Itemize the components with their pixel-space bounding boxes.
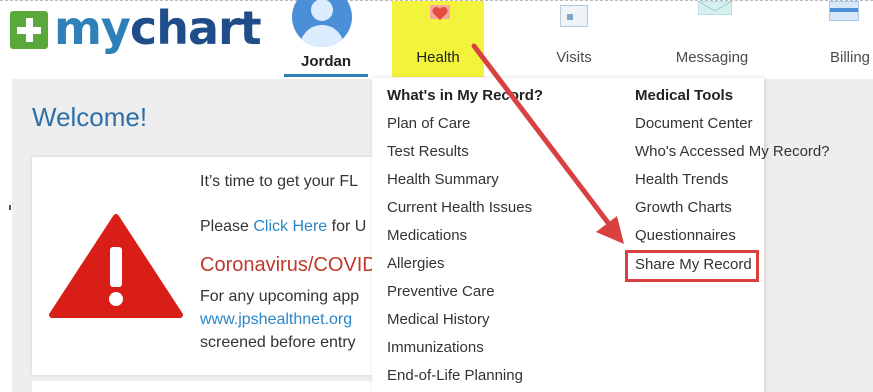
jps-website-link[interactable]: www.jpshealthnet.org xyxy=(200,311,352,329)
welcome-heading: Welcome! xyxy=(32,102,148,132)
menu-item-health-trends[interactable]: Health Trends xyxy=(635,171,728,188)
nav-label-visits: Visits xyxy=(556,49,592,66)
avatar-head xyxy=(311,0,333,21)
alert-screened-text: screened before entry xyxy=(200,334,356,351)
menu-item-document-center[interactable]: Document Center xyxy=(635,115,753,132)
credit-card-icon xyxy=(829,1,859,21)
avatar-body xyxy=(300,25,344,47)
menu-item-plan-of-care[interactable]: Plan of Care xyxy=(387,115,470,132)
menu-item-test-results[interactable]: Test Results xyxy=(387,143,469,160)
alert-line2-prefix: Please xyxy=(200,218,254,235)
menu-item-allergies[interactable]: Allergies xyxy=(387,255,445,272)
alert-flu-text: It’s time to get your FL xyxy=(200,173,358,190)
menu-item-growth-charts[interactable]: Growth Charts xyxy=(635,199,732,216)
mychart-logo[interactable]: mychart xyxy=(10,1,262,55)
menu-heading-medical-tools: Medical Tools xyxy=(635,87,734,104)
envelope-icon xyxy=(698,1,732,15)
edge-mark xyxy=(9,205,11,210)
user-name: Jordan xyxy=(300,53,351,70)
logo-my: my xyxy=(54,1,131,55)
menu-item-questionnaires[interactable]: Questionnaires xyxy=(635,227,736,244)
share-my-record-highlight xyxy=(625,250,759,282)
menu-item-medical-history[interactable]: Medical History xyxy=(387,311,490,328)
menu-item-whos-accessed-my-record[interactable]: Who's Accessed My Record? xyxy=(635,143,830,160)
next-card xyxy=(32,381,372,392)
nav-label-messaging: Messaging xyxy=(675,49,749,66)
nav-tab-health[interactable]: Health xyxy=(392,1,484,77)
user-active-underline xyxy=(284,74,368,77)
mychart-page: mychart Jordan Health Visits Messaging B… xyxy=(0,0,873,392)
user-menu[interactable]: Jordan xyxy=(284,0,376,77)
alert-click-here-line: Please Click Here for U xyxy=(200,218,366,236)
alert-line2-suffix: for U xyxy=(327,218,367,235)
alert-covid-title: Coronavirus/COVID xyxy=(200,254,377,276)
calendar-icon xyxy=(560,5,588,27)
menu-item-end-of-life-planning[interactable]: End-of-Life Planning xyxy=(387,367,523,384)
logo-chart: chart xyxy=(129,1,262,55)
menu-heading-whats-in-my-record: What's in My Record? xyxy=(387,87,544,104)
click-here-link[interactable]: Click Here xyxy=(253,218,327,235)
menu-item-medications[interactable]: Medications xyxy=(387,227,467,244)
nav-tab-messaging[interactable]: Messaging xyxy=(660,1,764,77)
warning-icon xyxy=(49,214,183,318)
nav-tab-billing[interactable]: Billing xyxy=(815,1,873,77)
menu-item-immunizations[interactable]: Immunizations xyxy=(387,339,484,356)
nav-label-health: Health xyxy=(416,49,460,66)
nav-label-billing: Billing xyxy=(829,49,871,66)
menu-item-preventive-care[interactable]: Preventive Care xyxy=(387,283,495,300)
top-header: mychart Jordan Health Visits Messaging B… xyxy=(0,0,873,79)
heart-icon xyxy=(430,5,450,20)
nav-tab-visits[interactable]: Visits xyxy=(538,1,610,77)
menu-item-current-health-issues[interactable]: Current Health Issues xyxy=(387,199,532,216)
alert-upcoming-text: For any upcoming app xyxy=(200,288,360,305)
logo-wordmark: mychart xyxy=(54,1,262,55)
avatar-icon xyxy=(292,0,352,47)
menu-item-health-summary[interactable]: Health Summary xyxy=(387,171,499,188)
plus-logo-icon xyxy=(10,11,48,49)
